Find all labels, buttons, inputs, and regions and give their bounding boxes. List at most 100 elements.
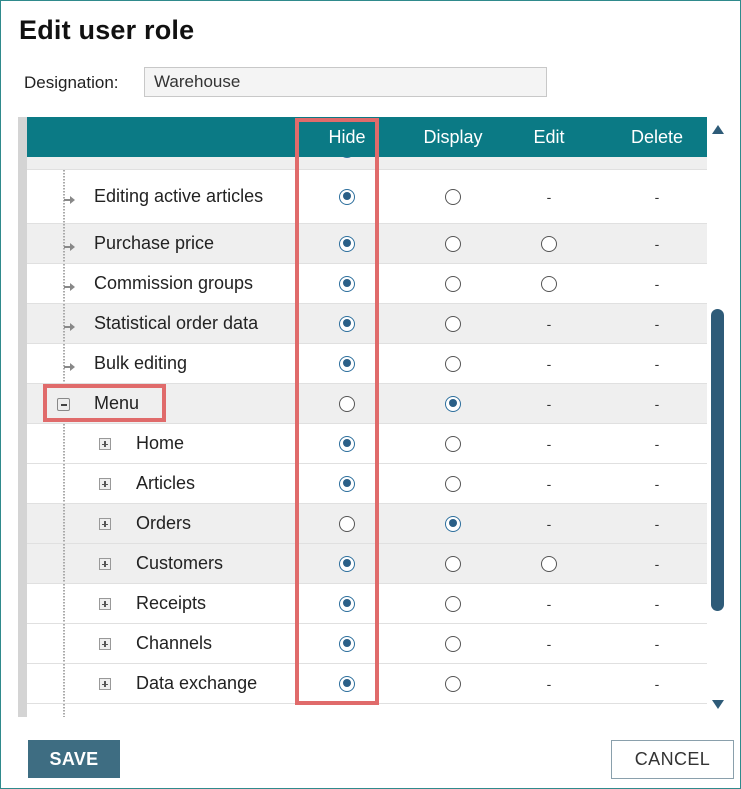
edit-dash-menu: - — [546, 395, 552, 412]
edit-radio-customers[interactable] — [541, 555, 557, 572]
display-radio-editing-active-articles[interactable] — [445, 188, 461, 205]
scroll-down-arrow-icon[interactable] — [712, 700, 724, 709]
table-row-channels: Channels - - — [27, 624, 707, 664]
cancel-button[interactable]: CANCEL — [611, 740, 734, 779]
hide-radio-bulk-editing[interactable] — [339, 355, 355, 372]
row-label-articles: Articles — [136, 473, 196, 493]
expand-plus-icon[interactable] — [99, 638, 111, 650]
column-header-edit: Edit — [533, 127, 565, 147]
table-row-orders: Orders - - — [27, 504, 707, 544]
vertical-scrollbar[interactable] — [707, 117, 729, 717]
table-row-menu: Menu - - — [27, 384, 707, 424]
column-header-hide: Hide — [328, 127, 366, 147]
display-radio-channels[interactable] — [445, 635, 461, 652]
table-row-partial-bottom — [27, 704, 707, 717]
scroll-thumb[interactable] — [711, 309, 724, 611]
display-radio-home[interactable] — [445, 435, 461, 452]
tree-connector — [63, 704, 66, 717]
row-label-data-exchange: Data exchange — [136, 673, 258, 693]
delete-dash-data-exchange: - — [654, 675, 660, 692]
row-label-menu: Menu — [94, 393, 140, 413]
expand-plus-icon[interactable] — [99, 478, 111, 490]
hide-radio-data-exchange[interactable] — [339, 675, 355, 692]
edit-dash-statistical-order-data: - — [546, 315, 552, 332]
tree-connector — [63, 544, 66, 583]
edit-dash-articles: - — [546, 475, 552, 492]
hide-radio-statistical-order-data[interactable] — [339, 315, 355, 332]
row-label-purchase-price: Purchase price — [94, 233, 215, 253]
hide-radio-purchase-price[interactable] — [339, 235, 355, 252]
table-row-purchase-price: Purchase price - — [27, 224, 707, 264]
hide-radio-menu[interactable] — [339, 395, 355, 412]
display-radio-menu[interactable] — [445, 395, 461, 412]
display-radio-data-exchange[interactable] — [445, 675, 461, 692]
tree-leaf-arrow-icon — [64, 192, 76, 204]
delete-dash-commission-groups: - — [654, 275, 660, 292]
tree-leaf-arrow-icon — [64, 279, 76, 291]
row-label-orders: Orders — [136, 513, 192, 533]
table-left-gutter — [18, 117, 27, 717]
table-row-data-exchange: Data exchange - - — [27, 664, 707, 704]
hide-radio-home[interactable] — [339, 435, 355, 452]
display-radio-statistical-order-data[interactable] — [445, 315, 461, 332]
hide-radio-editing-active-articles[interactable] — [339, 188, 355, 205]
delete-dash-bulk-editing: - — [654, 355, 660, 372]
edit-dash-data-exchange: - — [546, 675, 552, 692]
display-radio-receipts[interactable] — [445, 595, 461, 612]
tree-leaf-arrow-icon — [64, 239, 76, 251]
scroll-up-arrow-icon[interactable] — [712, 125, 724, 134]
display-radio-bulk-editing[interactable] — [445, 355, 461, 372]
edit-dash-bulk-editing: - — [546, 355, 552, 372]
hide-radio-channels[interactable] — [339, 635, 355, 652]
display-radio-commission-groups[interactable] — [445, 275, 461, 292]
designation-input[interactable] — [144, 67, 547, 97]
edit-user-role-dialog: Edit user role Designation: Hide Display… — [0, 0, 741, 789]
tree-connector — [63, 424, 66, 463]
edit-radio-purchase-price[interactable] — [541, 235, 557, 252]
delete-dash-channels: - — [654, 635, 660, 652]
display-radio-customers[interactable] — [445, 555, 461, 572]
hide-radio-receipts[interactable] — [339, 595, 355, 612]
edit-radio-commission-groups[interactable] — [541, 275, 557, 292]
hide-radio-articles[interactable] — [339, 475, 355, 492]
edit-dash-channels: - — [546, 635, 552, 652]
display-radio-articles[interactable] — [445, 475, 461, 492]
tree-connector — [63, 584, 66, 623]
save-button[interactable]: SAVE — [28, 740, 120, 778]
column-header-display: Display — [423, 127, 483, 147]
delete-dash-purchase-price: - — [654, 235, 660, 252]
delete-dash-home: - — [654, 435, 660, 452]
row-label-customers: Customers — [136, 553, 224, 573]
table-row-editing-active-articles: Editing active articles - - — [27, 170, 707, 224]
column-header-delete: Delete — [630, 127, 684, 147]
delete-dash-customers: - — [654, 555, 660, 572]
hide-radio-commission-groups[interactable] — [339, 275, 355, 292]
row-label-receipts: Receipts — [136, 593, 207, 613]
expand-plus-icon[interactable] — [99, 438, 111, 450]
edit-dash-orders: - — [546, 515, 552, 532]
tree-connector — [63, 504, 66, 543]
display-radio-orders[interactable] — [445, 515, 461, 532]
expand-plus-icon[interactable] — [99, 678, 111, 690]
expand-plus-icon[interactable] — [99, 518, 111, 530]
table-header: Hide Display Edit Delete — [27, 117, 707, 157]
row-label-editing-active-articles: Editing active articles — [94, 186, 264, 206]
dialog-title: Edit user role — [19, 15, 195, 45]
delete-dash-orders: - — [654, 515, 660, 532]
row-label-commission-groups: Commission groups — [94, 273, 254, 293]
collapse-minus-icon[interactable] — [57, 398, 70, 411]
edit-dash-home: - — [546, 435, 552, 452]
permissions-table: Hide Display Edit Delete Editing active … — [18, 117, 729, 717]
expand-plus-icon[interactable] — [99, 598, 111, 610]
expand-plus-icon[interactable] — [99, 558, 111, 570]
hide-radio-customers[interactable] — [339, 555, 355, 572]
table-row-bulk-editing: Bulk editing - - — [27, 344, 707, 384]
hide-radio-partial[interactable] — [339, 157, 355, 158]
tree-connector — [63, 624, 66, 663]
hide-radio-orders[interactable] — [339, 515, 355, 532]
display-radio-purchase-price[interactable] — [445, 235, 461, 252]
delete-dash-receipts: - — [654, 595, 660, 612]
table-row-home: Home - - — [27, 424, 707, 464]
designation-label: Designation: — [24, 73, 119, 92]
table-row-customers: Customers - — [27, 544, 707, 584]
